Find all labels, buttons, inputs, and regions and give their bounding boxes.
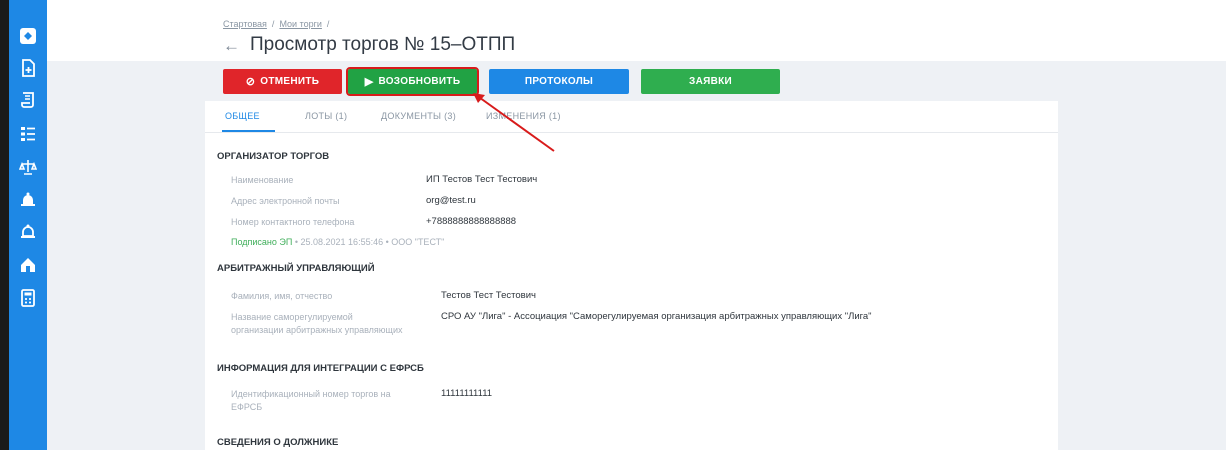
- manager-sro-value: СРО АУ "Лига" - Ассоциация "Саморегулиру…: [441, 311, 872, 322]
- cancel-button-label: ОТМЕНИТЬ: [260, 76, 320, 87]
- breadcrumb-separator: /: [326, 19, 330, 29]
- signed-label: Подписано ЭП: [231, 237, 293, 247]
- signature-info: Подписано ЭП • 25.08.2021 16:55:46 • ООО…: [231, 237, 444, 247]
- resume-button-label: ВОЗОБНОВИТЬ: [378, 76, 461, 87]
- list-icon[interactable]: [18, 124, 38, 144]
- scales-icon[interactable]: [18, 157, 38, 177]
- manager-sro-label-line1: Название саморегулируемой: [231, 312, 353, 322]
- efrsb-id-label-line1: Идентификационный номер торгов на: [231, 389, 391, 399]
- organizer-phone-label: Номер контактного телефона: [231, 217, 355, 227]
- manager-section-title: АРБИТРАЖНЫЙ УПРАВЛЯЮЩИЙ: [217, 263, 375, 274]
- bell-outline-icon[interactable]: [18, 222, 38, 242]
- tab-lots[interactable]: ЛОТЫ (1): [305, 111, 347, 121]
- manager-fio-label: Фамилия, имя, отчество: [231, 291, 333, 301]
- title-row: ← Просмотр торгов № 15–ОТПП: [223, 34, 515, 56]
- annotation-arrow-icon: [473, 93, 555, 152]
- organizer-phone-value: +7888888888888888: [426, 216, 517, 227]
- active-tab-indicator: [222, 130, 275, 132]
- breadcrumb-home[interactable]: Стартовая: [223, 19, 267, 29]
- breadcrumb: Стартовая / Мои торги /: [223, 19, 334, 29]
- organizer-email-label: Адрес электронной почты: [231, 196, 340, 206]
- cancel-circle-icon: ⊘: [245, 76, 256, 88]
- signed-details: • 25.08.2021 16:55:46 • ООО "ТЕСТ": [292, 237, 445, 247]
- logo-icon[interactable]: [18, 26, 38, 46]
- debtor-section-title: СВЕДЕНИЯ О ДОЛЖНИКЕ: [217, 437, 339, 448]
- details-panel: ОБЩЕЕ ЛОТЫ (1) ДОКУМЕНТЫ (3) ИЗМЕНЕНИЯ (…: [205, 101, 1058, 450]
- organizer-section-title: ОРГАНИЗАТОР ТОРГОВ: [217, 151, 330, 162]
- resume-button[interactable]: ▶ ВОЗОБНОВИТЬ: [346, 67, 479, 96]
- efrsb-id-label-line2: ЕФРСБ: [231, 402, 263, 412]
- home-icon[interactable]: [18, 255, 38, 275]
- efrsb-id-value: 11111111111: [441, 388, 493, 399]
- window-frame: [0, 0, 9, 450]
- back-arrow-icon[interactable]: ←: [223, 37, 240, 54]
- bell-icon[interactable]: [18, 190, 38, 210]
- calculator-icon[interactable]: [18, 288, 38, 308]
- organizer-name-label: Наименование: [231, 175, 294, 185]
- cancel-button[interactable]: ⊘ ОТМЕНИТЬ: [223, 69, 342, 94]
- bids-button[interactable]: ЗАЯВКИ: [641, 69, 780, 94]
- organizer-name-value: ИП Тестов Тест Тестович: [426, 174, 538, 185]
- bids-button-label: ЗАЯВКИ: [689, 76, 732, 87]
- manager-fio-value: Тестов Тест Тестович: [441, 290, 536, 301]
- breadcrumb-my-trades[interactable]: Мои торги: [279, 19, 321, 29]
- manager-sro-label-line2: организации арбитражных управляющих: [231, 325, 403, 335]
- tab-general[interactable]: ОБЩЕЕ: [225, 111, 260, 121]
- page-title: Просмотр торгов № 15–ОТПП: [250, 34, 516, 55]
- document-plus-icon[interactable]: [18, 58, 38, 78]
- tab-documents[interactable]: ДОКУМЕНТЫ (3): [381, 111, 456, 121]
- protocols-button-label: ПРОТОКОЛЫ: [524, 76, 594, 87]
- breadcrumb-separator: /: [271, 19, 275, 29]
- sidebar: [9, 0, 47, 450]
- organizer-email-value: org@test.ru: [426, 195, 476, 206]
- scroll-icon[interactable]: [18, 90, 38, 110]
- play-icon: ▶: [364, 76, 374, 88]
- tab-bar: ОБЩЕЕ ЛОТЫ (1) ДОКУМЕНТЫ (3) ИЗМЕНЕНИЯ (…: [205, 101, 1058, 133]
- efrsb-section-title: ИНФОРМАЦИЯ ДЛЯ ИНТЕГРАЦИИ С ЕФРСБ: [217, 363, 424, 374]
